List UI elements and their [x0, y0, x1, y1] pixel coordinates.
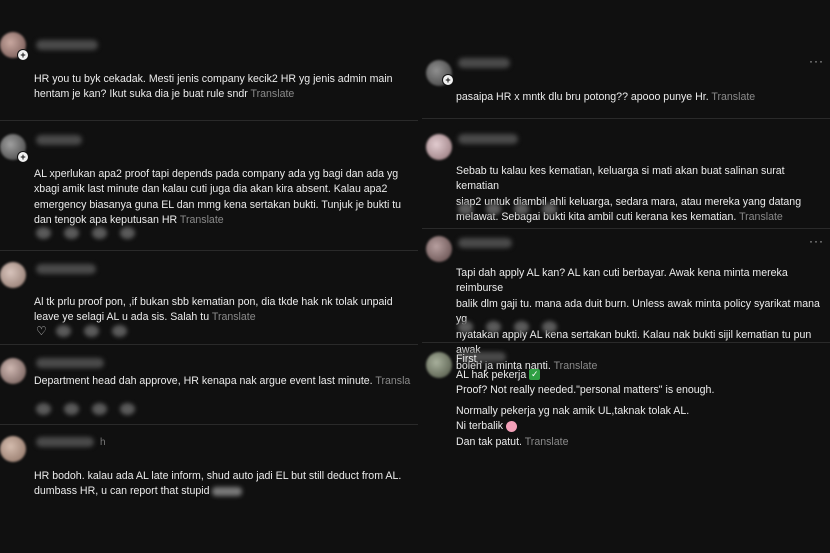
share-icon[interactable] — [542, 202, 557, 215]
like-icon[interactable] — [36, 402, 51, 415]
username[interactable] — [36, 264, 96, 274]
comment-text: First , AL hak pekerja ✓ Proof? Not real… — [456, 352, 828, 450]
heart-icon[interactable]: ♡ — [36, 325, 48, 337]
translate-link[interactable]: Transla — [375, 375, 410, 387]
avatar[interactable] — [426, 236, 452, 262]
avatar[interactable] — [0, 436, 26, 462]
comment-post: First , AL hak pekerja ✓ Proof? Not real… — [422, 346, 830, 553]
comment-text: HR bodoh. kalau ada AL late inform, shud… — [34, 469, 402, 498]
comment-text: Al tk prlu proof pon, ,if bukan sbb kema… — [34, 295, 393, 324]
comment-post: Sebab tu kalau kes kematian, keluarga si… — [422, 124, 830, 229]
translate-link[interactable]: Translate — [212, 311, 256, 323]
like-icon[interactable] — [458, 202, 473, 215]
share-icon[interactable] — [542, 320, 557, 333]
comment-post: + AL xperlukan apa2 proof tapi depends p… — [0, 124, 418, 251]
blurred-word — [212, 486, 243, 496]
reply-icon[interactable] — [64, 226, 79, 239]
translate-link[interactable]: Translate — [711, 91, 755, 103]
plus-icon[interactable]: + — [442, 74, 454, 86]
translate-link[interactable]: Translate — [525, 436, 569, 448]
avatar[interactable] — [426, 352, 452, 378]
repost-icon[interactable] — [84, 324, 99, 337]
line: First , — [456, 353, 483, 365]
action-bar — [458, 200, 570, 215]
post-time: h — [100, 437, 106, 448]
line: Ni terbalik — [456, 419, 828, 435]
username[interactable] — [458, 58, 510, 68]
comment-post: + HR you tu byk cekadak. Mesti jenis com… — [0, 32, 418, 121]
line: Proof? Not really needed."personal matte… — [456, 384, 715, 396]
more-icon[interactable]: ··· — [809, 54, 824, 68]
line: AL hak pekerja ✓ — [456, 368, 541, 381]
like-icon[interactable] — [458, 320, 473, 333]
smiling-emoji-icon — [506, 420, 518, 432]
action-bar — [36, 400, 148, 415]
translate-link[interactable]: Translate — [180, 214, 224, 226]
check-mark-icon: ✓ — [529, 369, 541, 381]
action-bar — [458, 318, 570, 333]
comment-text: HR you tu byk cekadak. Mesti jenis compa… — [34, 72, 393, 101]
comment-post: ··· Tapi dah apply AL kan? AL kan cuti b… — [422, 232, 830, 372]
username[interactable] — [36, 437, 94, 447]
reply-icon[interactable] — [486, 202, 501, 215]
repost-icon[interactable] — [92, 226, 107, 239]
reply-icon[interactable] — [56, 324, 71, 337]
share-icon[interactable] — [112, 324, 127, 337]
username[interactable] — [458, 238, 512, 248]
translate-link[interactable]: Translate — [739, 211, 783, 223]
repost-icon[interactable] — [514, 320, 529, 333]
line: Dan tak patut. Translate — [456, 435, 569, 448]
line: Normally pekerja yg nak amik UL,taknak t… — [456, 404, 690, 417]
repost-icon[interactable] — [514, 202, 529, 215]
plus-icon[interactable]: + — [17, 49, 29, 61]
comment-post: h HR bodoh. kalau ada AL late inform, sh… — [0, 428, 418, 553]
plus-icon[interactable]: + — [17, 151, 29, 163]
avatar[interactable] — [426, 134, 452, 160]
username[interactable] — [36, 358, 104, 368]
comment-text: AL xperlukan apa2 proof tapi depends pad… — [34, 167, 402, 227]
username[interactable] — [458, 134, 518, 144]
share-icon[interactable] — [120, 402, 135, 415]
reply-icon[interactable] — [486, 320, 501, 333]
more-icon[interactable]: ··· — [809, 234, 824, 248]
action-bar — [36, 224, 148, 239]
comment-post: Department head dah approve, HR kenapa n… — [0, 348, 418, 425]
username[interactable] — [36, 40, 98, 50]
reply-icon[interactable] — [64, 402, 79, 415]
username[interactable] — [36, 135, 82, 145]
comment-text: pasaipa HR x mntk dlu bru potong?? apooo… — [456, 90, 756, 103]
action-bar: ♡ — [36, 322, 140, 337]
translate-link[interactable]: Translate — [251, 88, 295, 100]
comment-text: Department head dah approve, HR kenapa n… — [34, 375, 411, 387]
comment-post: Al tk prlu proof pon, ,if bukan sbb kema… — [0, 254, 418, 345]
share-icon[interactable] — [120, 226, 135, 239]
comment-post: + ··· pasaipa HR x mntk dlu bru potong??… — [422, 48, 830, 119]
repost-icon[interactable] — [92, 402, 107, 415]
avatar[interactable] — [0, 358, 26, 384]
like-icon[interactable] — [36, 226, 51, 239]
avatar[interactable] — [0, 262, 26, 288]
